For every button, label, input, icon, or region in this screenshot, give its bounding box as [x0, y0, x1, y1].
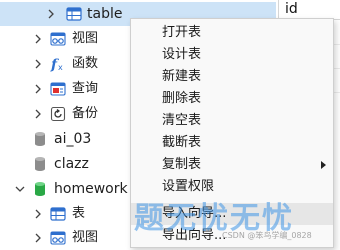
tree-item-label: 函数: [72, 56, 99, 71]
chevron-right-icon[interactable]: [33, 209, 43, 219]
menu-item-duplicate-table[interactable]: 复制表: [131, 154, 333, 176]
tree-item-label: 视图: [72, 230, 99, 245]
menu-item-set-permissions[interactable]: 设置权限: [131, 176, 333, 198]
column-header-id[interactable]: id: [278, 0, 340, 20]
tree-item-label: ai_03: [54, 131, 92, 147]
view-icon: [50, 230, 66, 246]
database-icon: [32, 181, 48, 197]
tree-item-label: homework: [54, 181, 128, 197]
menu-item-new-table[interactable]: 新建表: [131, 66, 333, 88]
backup-icon: [50, 106, 66, 122]
tree-item-label: 视图: [72, 31, 99, 46]
table-icon: [66, 6, 82, 22]
chevron-right-icon[interactable]: [33, 233, 43, 243]
tree-item-label: 查询: [72, 81, 99, 96]
menu-item-design-table[interactable]: 设计表: [131, 44, 333, 66]
chevron-right-icon[interactable]: [33, 34, 43, 44]
menu-item-import-wizard[interactable]: 导入向导...: [131, 203, 333, 225]
chevron-down-icon[interactable]: [15, 184, 25, 194]
tree-item-label: table: [87, 6, 123, 22]
view-icon: [50, 31, 66, 47]
context-menu: 打开表 设计表 新建表 删除表 清空表 截断表 复制表 设置权限 导入向导...…: [130, 18, 334, 248]
database-icon: [32, 131, 48, 147]
chevron-right-icon[interactable]: [33, 59, 43, 69]
menu-item-export-wizard[interactable]: 导出向导...: [131, 225, 333, 247]
submenu-arrow-icon: [321, 161, 326, 169]
menu-item-open-table[interactable]: 打开表: [131, 22, 333, 44]
table-icon: [50, 206, 66, 222]
menu-item-delete-table[interactable]: 删除表: [131, 88, 333, 110]
svg-text:x: x: [58, 63, 63, 72]
chevron-right-icon[interactable]: [33, 84, 43, 94]
tree-item-label: 表: [72, 206, 86, 221]
database-icon: [32, 156, 48, 172]
menu-item-empty-table[interactable]: 清空表: [131, 110, 333, 132]
function-icon: fx: [50, 56, 66, 72]
chevron-right-icon[interactable]: [33, 109, 43, 119]
menu-item-truncate-table[interactable]: 截断表: [131, 132, 333, 154]
tree-item-label: clazz: [54, 156, 89, 172]
tree-item-label: 备份: [72, 106, 99, 121]
query-icon: [50, 81, 66, 97]
chevron-right-icon[interactable]: [46, 9, 56, 19]
